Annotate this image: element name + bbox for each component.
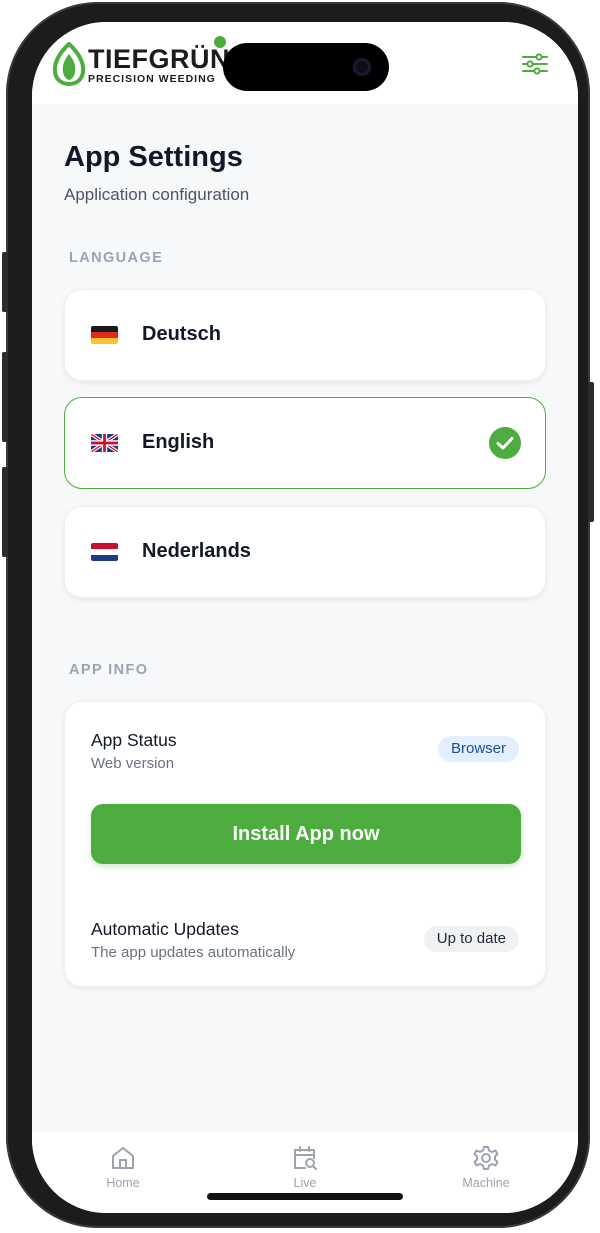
automatic-updates-subtitle: The app updates automatically [91,944,296,961]
language-label: Nederlands [142,540,251,562]
app-status-title: App Status [91,730,177,750]
brand-name: TIEFGRÜN [88,44,230,74]
nav-label: Live [293,1176,317,1190]
check-icon [489,427,521,459]
language-option-deutsch[interactable]: Deutsch [64,289,546,381]
bottom-nav: Home Live Machine [32,1132,578,1213]
page-title: App Settings [64,141,243,173]
sliders-icon[interactable] [522,53,548,75]
automatic-updates-title: Automatic Updates [91,919,239,939]
brand-dot-icon [214,36,226,48]
nav-label: Home [106,1176,140,1190]
home-icon [112,1147,134,1169]
app-info-card: App Status Web version Browser Install A… [64,701,546,987]
gear-icon [473,1146,499,1170]
language-label: Deutsch [142,323,221,345]
language-option-english[interactable]: English [64,397,546,489]
language-label: English [142,431,215,453]
nav-item-machine[interactable]: Machine [436,1144,536,1190]
camera-icon [353,58,371,76]
page-subtitle: Application configuration [64,185,250,204]
language-option-nederlands[interactable]: Nederlands [64,506,546,598]
nav-item-live[interactable]: Live [255,1144,355,1190]
calendar-search-icon [294,1146,317,1170]
brand-logo[interactable]: TIEFGRÜN PRECISION WEEDING [52,36,242,88]
brand-tagline: PRECISION WEEDING [88,73,216,85]
flag-uk-icon [91,434,118,452]
volume-up-button [2,352,8,442]
app-screen: TIEFGRÜN PRECISION WEEDING App Settings … [32,22,578,1213]
flag-netherlands-icon [91,543,118,561]
status-badge: Browser [437,736,519,762]
update-status-badge: Up to date [423,926,519,952]
power-button [588,382,594,522]
phone-frame: TIEFGRÜN PRECISION WEEDING App Settings … [2,2,594,1228]
flag-germany-icon [91,326,118,344]
volume-down-button [2,467,8,557]
language-section-label: LANGUAGE [69,250,164,266]
leaf-icon [52,42,86,86]
install-app-button[interactable]: Install App now [91,804,521,864]
nav-label: Machine [462,1176,510,1190]
mute-switch [2,252,8,312]
app-status-subtitle: Web version [91,755,175,772]
dynamic-island [223,43,389,91]
nav-item-home[interactable]: Home [73,1144,173,1190]
app-info-section-label: APP INFO [69,662,149,678]
home-indicator [207,1193,403,1200]
